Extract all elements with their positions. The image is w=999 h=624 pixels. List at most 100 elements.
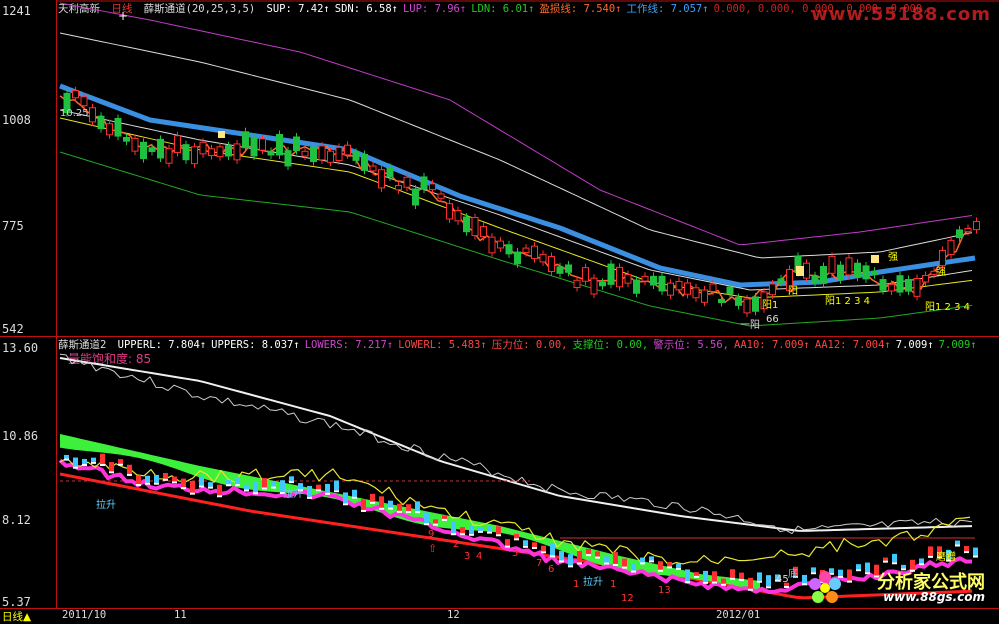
candle-body [811, 275, 819, 283]
small-candle [136, 475, 141, 485]
small-candle [145, 475, 150, 483]
small-candle-cap [307, 496, 312, 499]
candle-body [879, 279, 887, 291]
small-candle-cap [532, 547, 537, 550]
upper-plot[interactable]: + [0, 0, 999, 336]
small-candle [613, 552, 618, 564]
small-candle [415, 501, 420, 512]
small-candle-cap [973, 555, 978, 558]
candle-body [89, 107, 96, 123]
annotation: 阳1 [762, 300, 779, 311]
candle-body [233, 143, 241, 161]
small-candle [514, 533, 519, 539]
upper-chart-pane[interactable]: 1241 1008 775 542 天利高新 日线 薛斯通道(20,25,3,5… [0, 0, 999, 336]
small-candle [352, 489, 357, 497]
small-candle [334, 480, 339, 491]
small-candle [190, 481, 195, 493]
small-candle [343, 492, 348, 504]
small-candle-cap [442, 518, 447, 521]
candle-body [956, 229, 963, 239]
small-candle-cap [334, 490, 339, 493]
candle-body [777, 278, 785, 284]
small-candle-cap [460, 533, 465, 536]
small-candle-cap [955, 544, 960, 547]
candle-body [250, 137, 258, 157]
candle-body [182, 144, 190, 161]
brand-url[interactable]: www.88gs.com [883, 590, 985, 604]
small-candle [658, 561, 663, 570]
small-candle-cap [559, 560, 564, 563]
candle-body [667, 282, 674, 296]
small-candle-cap [145, 482, 150, 485]
candle-body [633, 279, 640, 294]
small-candle [361, 499, 366, 510]
small-candle-cap [730, 577, 735, 580]
small-candle-cap [613, 563, 618, 566]
small-candle [973, 547, 978, 556]
small-candle [712, 571, 717, 582]
small-candle-cap [622, 566, 627, 569]
candle-body [964, 227, 972, 233]
signal-box [871, 255, 879, 263]
small-candle [676, 563, 681, 568]
small-candle-cap [721, 583, 726, 586]
candle-body [896, 275, 904, 293]
candle-body [590, 277, 598, 295]
small-candle-cap [748, 588, 753, 591]
small-candle-cap [469, 533, 474, 536]
small-candle-cap [766, 586, 771, 589]
candle-body [599, 281, 606, 287]
small-candle-cap [91, 461, 96, 464]
annotation: 阳 [788, 286, 798, 297]
candle-body [565, 264, 572, 273]
small-candle [586, 548, 591, 555]
small-candle-cap [883, 560, 888, 563]
candle-body [386, 167, 394, 178]
signal-label: 4 [476, 551, 483, 562]
small-candle-cap [433, 523, 438, 526]
candle-body [539, 253, 547, 263]
candle-body [242, 131, 249, 149]
small-candle [883, 557, 888, 561]
small-candle [370, 493, 375, 502]
small-candle [559, 550, 564, 561]
small-candle [685, 569, 690, 582]
small-candle [730, 569, 735, 578]
small-candle [154, 474, 159, 483]
candle-body [191, 146, 198, 165]
small-candle-cap [604, 562, 609, 565]
small-candle-cap [118, 463, 123, 466]
small-candle-cap [271, 486, 276, 489]
candle-body [582, 267, 589, 282]
small-candle [622, 558, 627, 567]
candle-body [131, 137, 139, 152]
candle-body [276, 133, 283, 156]
small-candle-cap [550, 555, 555, 558]
candle-body [208, 148, 215, 157]
candle-body [828, 255, 836, 274]
small-candle-cap [397, 510, 402, 513]
candle-body [607, 263, 615, 285]
candle-body [471, 217, 479, 237]
small-candle [325, 483, 330, 493]
small-candle [181, 478, 186, 488]
candle-body [310, 146, 317, 163]
candle-body [165, 148, 173, 164]
small-candle [424, 512, 429, 524]
signal-label: 拉升 [283, 489, 303, 500]
period-tab[interactable]: 日线▲ [2, 609, 31, 624]
candle-body [259, 138, 266, 151]
candle-body [72, 90, 79, 99]
small-candle-cap [262, 487, 267, 490]
candle-body [284, 150, 292, 167]
small-candle [172, 476, 177, 482]
candle-body [106, 123, 113, 136]
signal-label: 3 [464, 551, 471, 562]
small-candle-cap [235, 484, 240, 487]
x-axis-label: 11 [174, 609, 187, 621]
small-candle-cap [703, 581, 708, 584]
candle-body [157, 138, 164, 159]
small-candle [100, 453, 105, 465]
small-candle-cap [892, 562, 897, 565]
small-candle-cap [388, 507, 393, 510]
